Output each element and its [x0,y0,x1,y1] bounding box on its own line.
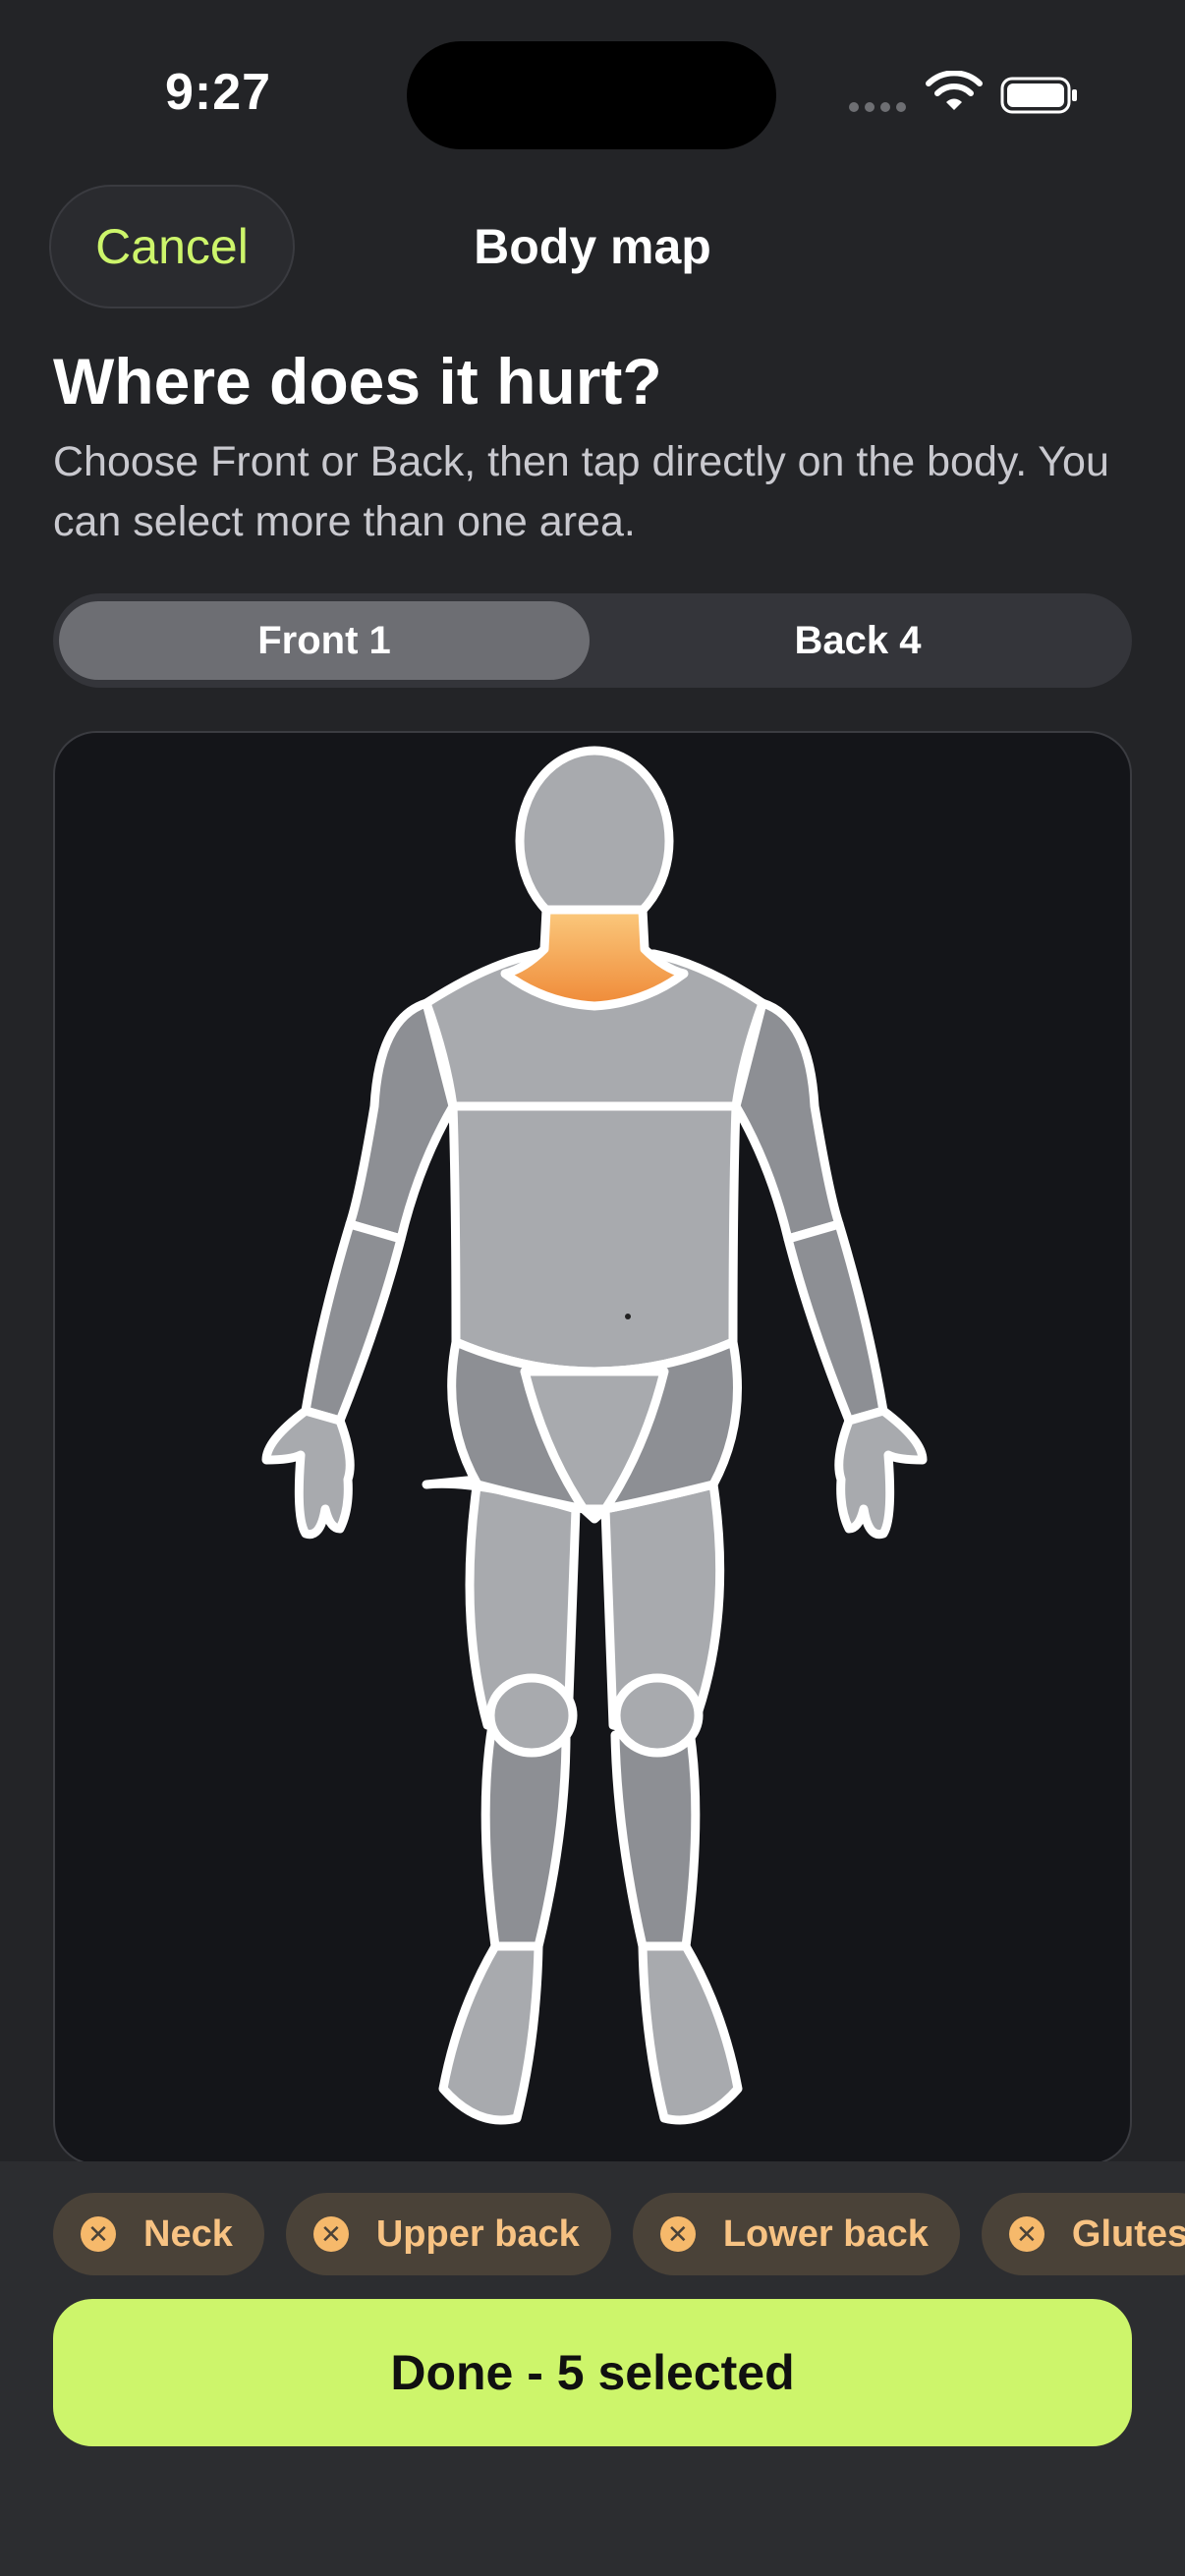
close-icon[interactable]: ✕ [659,2216,696,2252]
page-subtitle: Choose Front or Back, then tap directly … [53,438,1109,545]
body-region-abdomen[interactable] [448,1101,741,1376]
chip-label: Upper back [375,2212,580,2255]
chip-label: Neck [143,2212,233,2255]
body-region-left-shin[interactable] [480,1720,571,1951]
segment-front[interactable]: Front 1 [59,601,590,680]
body-region-left-forearm[interactable] [301,1219,406,1426]
body-region-right-forearm[interactable] [783,1219,888,1426]
chip-label: Glutes [1071,2212,1185,2255]
dynamic-island [407,41,776,149]
body-figure[interactable] [55,733,1132,2165]
cellular-signal-icon [849,102,906,112]
chip-lower-back[interactable]: ✕ Lower back [632,2193,960,2275]
wifi-icon [926,71,983,110]
body-region-neck[interactable] [500,905,689,1011]
chip-upper-back[interactable]: ✕ Upper back [285,2193,611,2275]
body-region-left-foot[interactable] [438,1941,543,2125]
body-region-right-foot[interactable] [638,1941,743,2125]
battery-icon [1000,77,1077,114]
close-icon[interactable]: ✕ [81,2216,116,2252]
status-time: 9:27 [165,64,272,121]
body-region-left-hand[interactable] [261,1406,355,1540]
done-button[interactable]: Done - 5 selected [53,2299,1132,2446]
body-map-canvas[interactable] [53,731,1132,2165]
segment-back[interactable]: Back 4 [590,601,1126,680]
body-region-right-shin[interactable] [610,1720,701,1951]
body-region-head[interactable] [515,746,674,936]
chip-glutes[interactable]: ✕ Glutes [981,2193,1185,2275]
body-region-right-hand[interactable] [834,1406,928,1540]
chip-neck[interactable]: ✕ Neck [53,2193,264,2275]
body-region-left-knee[interactable] [485,1673,578,1758]
chip-label: Lower back [722,2212,929,2255]
page-headline: Where does it hurt? [53,345,662,418]
body-region-right-knee[interactable] [611,1673,704,1758]
close-icon[interactable]: ✕ [312,2216,349,2252]
navel-mark [625,1314,631,1319]
front-back-segmented-control: Front 1 Back 4 [53,593,1132,688]
nav-title: Body map [0,218,1185,275]
selected-areas-chip-list: ✕ Neck ✕ Upper back ✕ Lower back ✕ Glutes [53,2193,1185,2275]
nav-title-text: Body map [474,219,711,274]
close-icon[interactable]: ✕ [1008,2216,1044,2252]
